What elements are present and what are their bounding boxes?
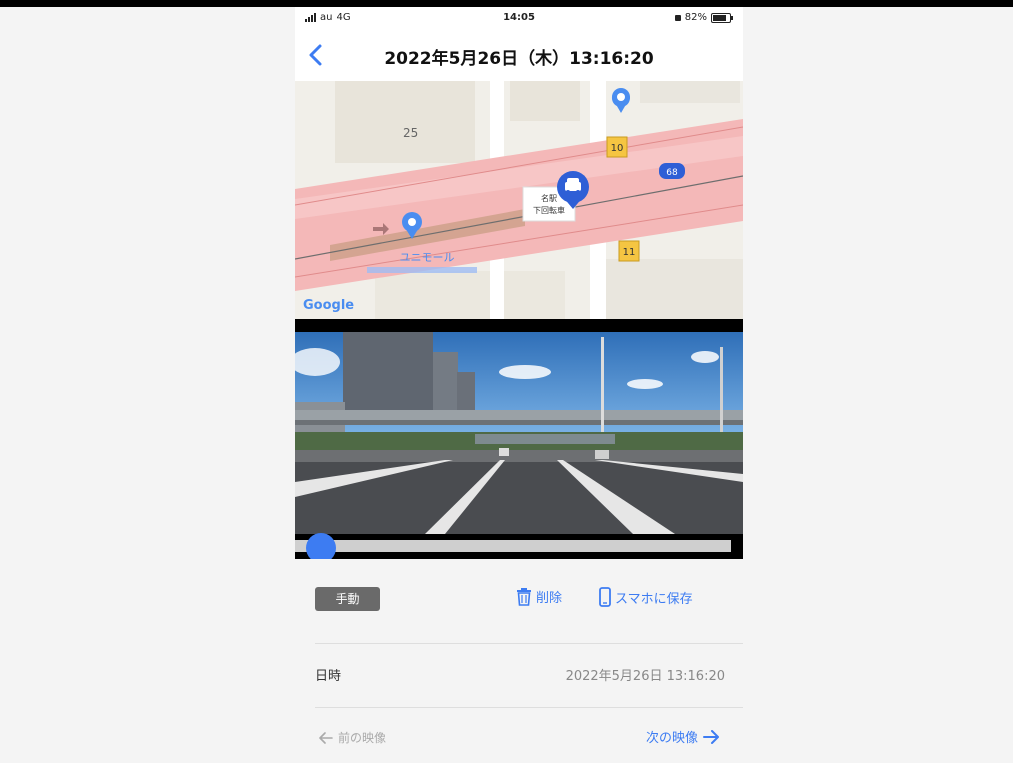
next-video-label: 次の映像 <box>645 731 698 746</box>
next-video-button[interactable]: 次の映像 <box>646 727 719 746</box>
recording-type-badge: 手動 <box>315 587 380 611</box>
navigation-bar: 2022年5月26日（木）13:16:20 <box>295 29 743 81</box>
route-shield-10: 10 <box>611 143 624 154</box>
previous-video-label: 前の映像 <box>338 731 387 745</box>
datetime-value: 2022年5月26日 13:16:20 <box>565 669 725 684</box>
divider <box>315 643 743 644</box>
status-bar: au 4G 14:05 82% <box>295 7 743 29</box>
trash-icon <box>517 587 531 606</box>
save-to-phone-button[interactable]: スマホに保存 <box>599 587 693 607</box>
dashcam-video[interactable] <box>295 332 743 534</box>
mall-label: ユニモール <box>400 251 455 264</box>
route-shield-11: 11 <box>623 247 636 258</box>
arrow-left-icon <box>319 731 333 744</box>
map-view[interactable]: 10 11 68 25 名駅 下回転車 ユニモール Google <box>295 81 743 319</box>
video-top-border <box>295 319 743 332</box>
route-badge-68: 68 <box>666 168 678 178</box>
datetime-label: 日時 <box>315 669 342 684</box>
playback-scrubber <box>295 533 743 563</box>
google-logo: Google <box>303 298 354 313</box>
battery-percent: 82% <box>684 12 707 23</box>
battery-info: 82% <box>674 12 733 23</box>
station-label-1: 名駅 <box>541 193 557 203</box>
save-label: スマホに保存 <box>615 591 693 607</box>
previous-video-button[interactable]: 前の映像 <box>319 729 386 746</box>
lock-icon <box>674 14 681 21</box>
station-label-2: 下回転車 <box>533 205 565 215</box>
phone-screen: au 4G 14:05 82% 2022年5月26日（木）13:16:20 10… <box>295 7 743 763</box>
page-title: 2022年5月26日（木）13:16:20 <box>384 49 654 69</box>
arrow-right-icon <box>703 729 719 744</box>
delete-button[interactable]: 削除 <box>516 587 562 606</box>
battery-icon <box>711 12 733 23</box>
info-panel: 手動 削除 スマホに保存 日時 2022年5月26日 13:16:20 前の映像… <box>295 559 743 763</box>
scrubber-track[interactable] <box>295 540 731 552</box>
map-canvas: 10 11 68 25 名駅 下回転車 ユニモール Google <box>295 81 743 319</box>
video-frame <box>295 332 743 534</box>
delete-label: 削除 <box>536 591 563 606</box>
divider <box>315 707 743 708</box>
block-number: 25 <box>403 126 418 140</box>
smartphone-icon <box>599 587 611 607</box>
